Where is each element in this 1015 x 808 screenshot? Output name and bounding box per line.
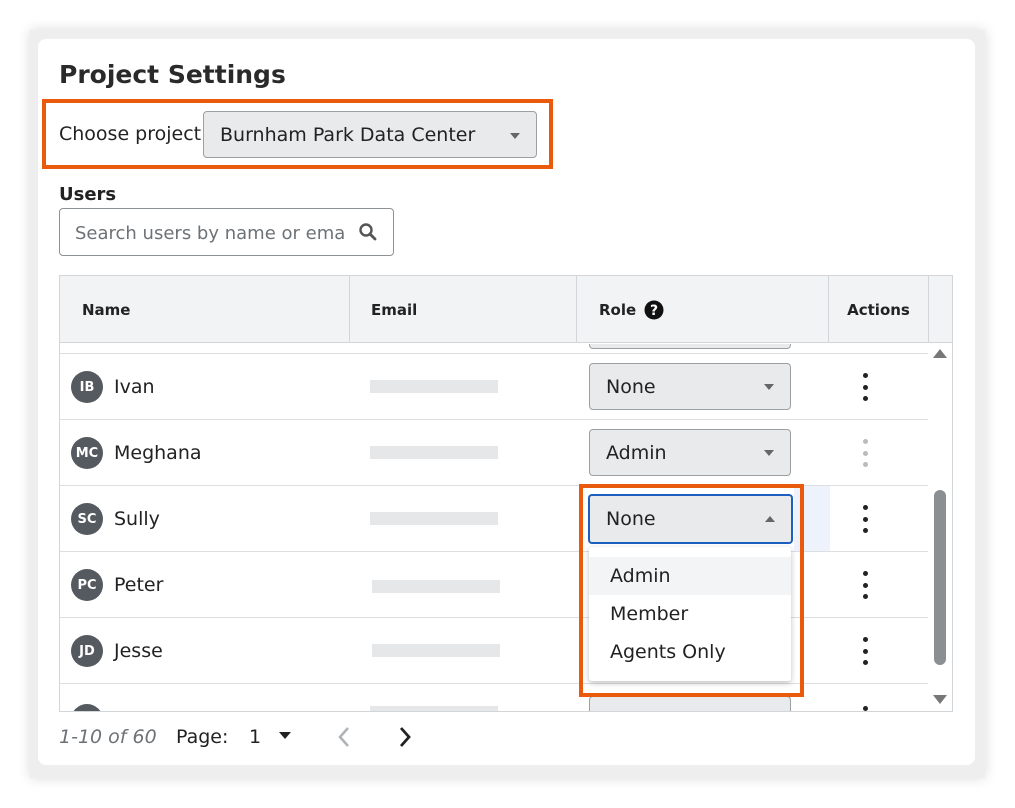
role-select[interactable]: None (589, 363, 791, 410)
user-name: Jesse (114, 640, 163, 662)
table-row (60, 684, 930, 711)
caret-down-icon (510, 133, 520, 139)
help-icon[interactable]: ? (644, 300, 664, 320)
user-name: Meghana (114, 442, 202, 464)
scroll-up-icon[interactable] (933, 349, 947, 358)
kebab-icon[interactable] (858, 637, 872, 665)
row-focus-tint (794, 486, 830, 551)
table-row: MC Meghana Admin (60, 420, 930, 486)
role-select-partial[interactable] (589, 696, 791, 711)
column-header-actions: Actions (829, 276, 929, 343)
page-select[interactable]: 1 (249, 726, 261, 748)
menu-item-agents-only[interactable]: Agents Only (589, 633, 791, 671)
column-header-name: Name (60, 276, 350, 343)
kebab-icon[interactable] (858, 505, 872, 533)
user-name: Peter (114, 574, 164, 596)
scrollbar-thumb[interactable] (934, 490, 946, 665)
menu-item-member[interactable]: Member (589, 595, 791, 633)
kebab-icon[interactable] (858, 571, 872, 599)
avatar: MC (71, 437, 103, 469)
role-select-value: None (606, 508, 656, 530)
avatar: SC (71, 503, 103, 535)
svg-text:?: ? (650, 303, 658, 319)
search-input[interactable] (75, 219, 345, 247)
kebab-icon[interactable] (858, 373, 872, 401)
table-row (60, 344, 930, 354)
choose-project-label: Choose project: (59, 123, 208, 145)
role-select-value: None (606, 375, 656, 398)
caret-up-icon (765, 516, 775, 522)
kebab-icon (858, 439, 872, 467)
kebab-icon[interactable] (858, 706, 872, 711)
project-select-value: Burnham Park Data Center (220, 123, 476, 146)
avatar (71, 704, 103, 711)
table-row: JD Jesse (60, 618, 930, 684)
email-redacted (372, 644, 500, 657)
avatar: IB (71, 371, 103, 403)
caret-down-icon (764, 384, 774, 390)
user-name: Ivan (114, 376, 155, 398)
caret-down-icon (764, 450, 774, 456)
table-header: Name Email Role ? Actions (60, 276, 952, 343)
email-redacted (370, 380, 498, 393)
pagination-range: 1-10 of 60 (59, 726, 157, 748)
column-header-email: Email (350, 276, 577, 343)
email-redacted (370, 446, 498, 459)
role-select[interactable]: Admin (589, 429, 791, 476)
user-name: Sully (114, 508, 160, 530)
table-scrollbar[interactable] (928, 343, 952, 710)
role-select-value: Admin (606, 441, 667, 464)
scroll-down-icon[interactable] (933, 695, 947, 704)
table-body: IB Ivan None MC Meghana Admin SC Sully N… (60, 344, 930, 711)
column-header-role: Role ? (577, 276, 829, 343)
role-dropdown-menu: Admin Member Agents Only (589, 547, 791, 681)
users-label: Users (59, 184, 117, 205)
page-label: Page: (176, 726, 229, 748)
email-redacted (370, 512, 498, 525)
role-select-partial[interactable] (589, 344, 791, 349)
avatar: JD (71, 635, 103, 667)
table-row: SC Sully None (60, 486, 930, 552)
project-select[interactable]: Burnham Park Data Center (203, 111, 537, 158)
chevron-right-icon[interactable] (397, 726, 413, 748)
caret-down-icon[interactable] (278, 731, 292, 741)
search-box (59, 208, 394, 256)
chevron-left-icon[interactable] (336, 726, 352, 748)
role-select-open[interactable]: None (588, 494, 793, 544)
search-icon[interactable] (358, 222, 378, 242)
menu-item-admin[interactable]: Admin (589, 557, 791, 595)
avatar: PC (71, 569, 103, 601)
email-redacted (372, 580, 500, 593)
table-row: IB Ivan None (60, 354, 930, 420)
page-title: Project Settings (59, 60, 286, 89)
email-redacted (370, 706, 498, 711)
users-table: Name Email Role ? Actions IB Ivan None M… (59, 275, 953, 712)
table-row: PC Peter (60, 552, 930, 618)
